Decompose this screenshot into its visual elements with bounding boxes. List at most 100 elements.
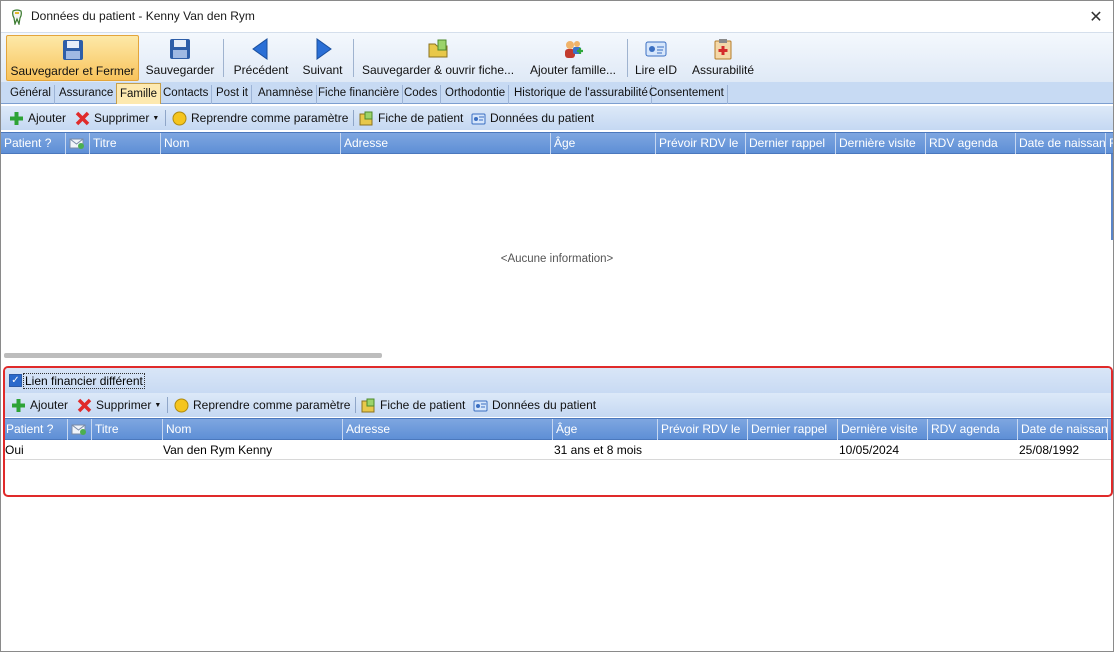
financial-grid-header: Patient ? Titre Nom Adresse Âge Prévoir … — [5, 418, 1111, 440]
empty-grid-message: <Aucune information> — [500, 253, 614, 265]
column-last-reminder[interactable]: Dernier rappel — [748, 419, 838, 440]
insurability-button[interactable]: Assurabilité — [687, 35, 759, 81]
tab-insurance[interactable]: Assurance — [56, 85, 118, 104]
tab-consent[interactable]: Consentement — [646, 85, 728, 104]
column-rdv-agenda[interactable]: RDV agenda — [926, 133, 1016, 154]
financial-actions-bar: Ajouter Supprimer ▼ Reprendre comme para… — [5, 393, 1111, 417]
patient-card-button[interactable]: Fiche de patient — [359, 109, 463, 127]
add-label: Ajouter — [28, 111, 67, 125]
horizontal-scrollbar[interactable] — [4, 353, 382, 358]
column-birth-date[interactable]: Date de naissance — [1018, 419, 1108, 440]
column-rdv-agenda[interactable]: RDV agenda — [928, 419, 1018, 440]
floppy-disk-icon — [62, 40, 83, 60]
delete-button[interactable]: Supprimer ▼ — [75, 109, 159, 127]
patient-data-icon — [471, 113, 486, 124]
action-separator — [167, 397, 168, 413]
save-and-close-label: Sauvegarder et Fermer — [10, 64, 135, 78]
column-name[interactable]: Nom — [163, 419, 343, 440]
column-f[interactable]: F — [1108, 419, 1111, 440]
add-family-button[interactable]: Ajouter famille... — [525, 35, 621, 81]
patient-data-button[interactable]: Données du patient — [473, 396, 596, 414]
cell-age: 31 ans et 8 mois — [554, 443, 643, 457]
toolbar-separator — [627, 39, 628, 77]
tab-contacts[interactable]: Contacts — [160, 85, 213, 104]
arrow-left-icon — [252, 38, 268, 60]
delete-button[interactable]: Supprimer ▼ — [77, 396, 161, 414]
read-eid-button[interactable]: Lire eID — [633, 35, 679, 81]
column-age[interactable]: Âge — [553, 419, 658, 440]
read-eid-label: Lire eID — [634, 63, 678, 77]
column-patient[interactable]: Patient ? — [5, 419, 68, 440]
column-plan-rdv[interactable]: Prévoir RDV le — [656, 133, 746, 154]
tab-anamnesis[interactable]: Anamnèse — [255, 85, 317, 104]
column-name[interactable]: Nom — [161, 133, 341, 154]
id-card-icon — [645, 41, 667, 57]
delete-label: Supprimer — [94, 111, 150, 125]
column-last-reminder[interactable]: Dernier rappel — [746, 133, 836, 154]
tab-family[interactable]: Famille — [116, 83, 162, 104]
next-button[interactable]: Suivant — [297, 35, 348, 81]
column-reminder[interactable] — [68, 419, 92, 440]
patient-data-label: Données du patient — [492, 398, 597, 412]
tab-codes[interactable]: Codes — [401, 85, 442, 104]
save-and-open-card-label: Sauvegarder & ouvrir fiche... — [361, 63, 515, 77]
table-row[interactable]: Oui Van den Rym Kenny 31 ans et 8 mois 1… — [5, 440, 1111, 460]
tab-strip: Général Assurance Famille Contacts Post … — [1, 82, 1113, 104]
save-label: Sauvegarder — [145, 63, 215, 77]
tab-insurability-history[interactable]: Historique de l'assurabilité — [511, 85, 652, 104]
column-patient[interactable]: Patient ? — [1, 133, 66, 154]
column-address[interactable]: Adresse — [341, 133, 551, 154]
window-title: Données du patient - Kenny Van den Rym — [31, 9, 255, 23]
folder-open-icon — [428, 39, 448, 58]
column-reminder[interactable] — [66, 133, 90, 154]
save-and-open-card-button[interactable]: Sauvegarder & ouvrir fiche... — [359, 35, 517, 81]
plus-icon — [12, 398, 25, 412]
close-button[interactable]: ✕ — [1079, 1, 1113, 32]
financial-link-checkbox[interactable]: ✓ — [9, 374, 22, 387]
column-f[interactable]: F — [1106, 133, 1113, 154]
tab-financial-card[interactable]: Fiche financière — [315, 85, 404, 104]
previous-button[interactable]: Précédent — [228, 35, 294, 81]
reuse-as-parameter-button[interactable]: Reprendre comme paramètre — [174, 396, 350, 414]
cell-last-visit: 10/05/2024 — [839, 443, 900, 457]
delete-label: Supprimer — [96, 398, 152, 412]
action-separator — [355, 397, 356, 413]
tab-general[interactable]: Général — [7, 85, 55, 104]
add-button[interactable]: Ajouter — [9, 109, 66, 127]
chevron-down-icon: ▼ — [154, 401, 162, 409]
patient-card-button[interactable]: Fiche de patient — [361, 396, 465, 414]
reuse-as-parameter-label: Reprendre comme paramètre — [193, 398, 351, 412]
save-and-close-button[interactable]: Sauvegarder et Fermer — [6, 35, 139, 81]
add-button[interactable]: Ajouter — [11, 396, 68, 414]
save-button[interactable]: Sauvegarder — [142, 35, 218, 81]
tab-orthodontics[interactable]: Orthodontie — [442, 85, 510, 104]
people-add-icon — [565, 41, 583, 58]
title-bar: Données du patient - Kenny Van den Rym ✕ — [1, 1, 1113, 32]
envelope-refresh-icon — [69, 138, 84, 149]
patient-data-icon — [473, 400, 488, 411]
reuse-as-parameter-button[interactable]: Reprendre comme paramètre — [172, 109, 348, 127]
medical-clipboard-icon — [714, 39, 732, 60]
column-birth-date[interactable]: Date de naissance — [1016, 133, 1106, 154]
red-cross-icon — [75, 111, 90, 125]
action-separator — [165, 110, 166, 126]
financial-link-row: ✓ Lien financier différent — [5, 368, 1111, 393]
action-separator — [353, 110, 354, 126]
column-plan-rdv[interactable]: Prévoir RDV le — [658, 419, 748, 440]
column-last-visit[interactable]: Dernière visite — [838, 419, 928, 440]
family-actions-bar: Ajouter Supprimer ▼ Reprendre comme para… — [1, 106, 1113, 130]
yellow-circle-icon — [174, 398, 189, 412]
column-address[interactable]: Adresse — [343, 419, 553, 440]
patient-data-button[interactable]: Données du patient — [471, 109, 594, 127]
column-title[interactable]: Titre — [90, 133, 161, 154]
column-age[interactable]: Âge — [551, 133, 656, 154]
tooth-app-icon — [12, 9, 22, 25]
tab-post-it[interactable]: Post it — [213, 85, 252, 104]
plus-icon — [10, 111, 23, 125]
financial-link-label[interactable]: Lien financier différent — [23, 373, 145, 389]
column-title[interactable]: Titre — [92, 419, 163, 440]
column-last-visit[interactable]: Dernière visite — [836, 133, 926, 154]
cell-patient: Oui — [5, 443, 24, 457]
cell-birth-date: 25/08/1992 — [1019, 443, 1080, 457]
grid-right-edge — [1111, 154, 1113, 240]
